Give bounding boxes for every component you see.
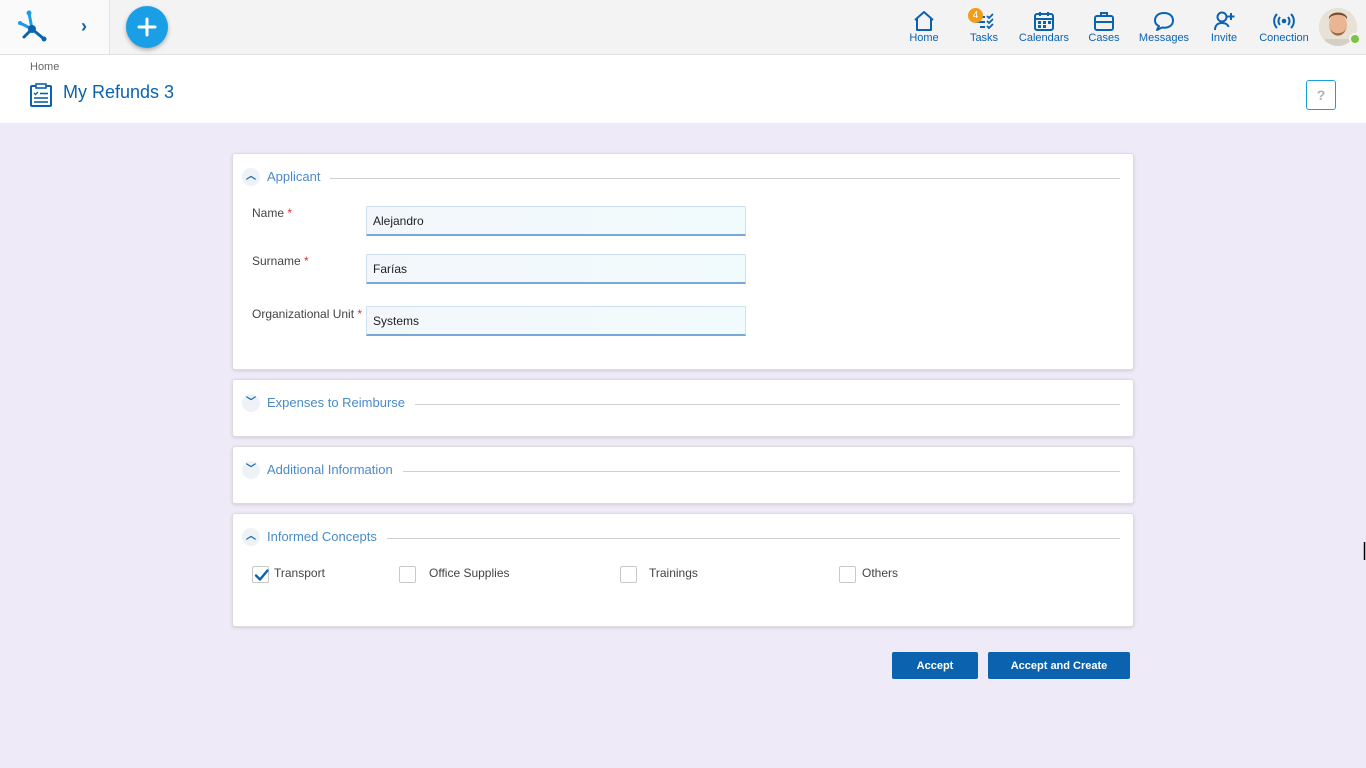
panel-title: Additional Information — [267, 462, 403, 477]
nav-label: Home — [909, 32, 939, 44]
accept-button[interactable]: Accept — [892, 652, 978, 679]
tasks-badge: 4 — [968, 8, 983, 23]
checkbox-unchecked[interactable] — [839, 566, 856, 583]
nav-invite[interactable]: Invite — [1194, 0, 1254, 54]
checkbox-checked[interactable] — [252, 566, 269, 583]
nav-tasks[interactable]: 4 Tasks — [954, 0, 1014, 54]
nav-cases[interactable]: Cases — [1074, 0, 1134, 54]
chevron-up-icon: ︿ — [242, 528, 260, 546]
nav-label: Conection — [1259, 32, 1309, 44]
form-icon — [30, 83, 52, 107]
chevron-up-icon: ︿ — [242, 168, 260, 186]
nav-label: Tasks — [969, 32, 999, 44]
nav-label: Calendars — [1018, 32, 1070, 44]
surname-label: Surname * — [252, 254, 309, 268]
informed-concepts-panel-toggle[interactable]: ︿ Informed Concepts — [242, 528, 1120, 546]
chevron-down-icon: ﹀ — [242, 394, 260, 412]
breadcrumb-home[interactable]: Home — [30, 61, 59, 73]
panel-title: Applicant — [267, 169, 331, 184]
additional-information-panel: ﹀ Additional Information — [232, 446, 1134, 504]
applicant-panel-toggle[interactable]: ︿ Applicant — [242, 168, 1120, 186]
checkbox-unchecked[interactable] — [620, 566, 637, 583]
checkbox-label: Others — [862, 566, 899, 580]
nav-messages[interactable]: Messages — [1134, 0, 1194, 54]
nav-home[interactable]: Home — [894, 0, 954, 54]
divider — [267, 178, 1120, 179]
label-text: Surname — [252, 254, 301, 268]
checkbox-unchecked[interactable] — [399, 566, 416, 583]
nav-calendars[interactable]: Calendars — [1014, 0, 1074, 54]
divider — [267, 538, 1120, 539]
surname-input[interactable] — [366, 254, 746, 284]
message-icon — [1154, 12, 1174, 31]
app-logo-icon[interactable] — [14, 9, 50, 45]
applicant-panel: ︿ Applicant Name * Surname * Organizatio… — [232, 153, 1134, 370]
plus-icon — [137, 17, 157, 37]
nav-label: Cases — [1088, 32, 1120, 44]
logo-area: › — [0, 0, 110, 54]
help-button[interactable]: ? — [1306, 80, 1336, 110]
nav-label: Messages — [1138, 32, 1190, 44]
nav-connection[interactable]: Conection — [1254, 0, 1314, 54]
connection-icon — [1273, 13, 1295, 29]
name-input[interactable] — [366, 206, 746, 236]
online-status-dot — [1349, 33, 1361, 45]
informed-concepts-panel: ︿ Informed Concepts Transport Office Sup… — [232, 513, 1134, 627]
checkbox-label: Transport — [274, 566, 325, 580]
additional-information-panel-toggle[interactable]: ﹀ Additional Information — [242, 461, 1120, 479]
expenses-panel: ﹀ Expenses to Reimburse — [232, 379, 1134, 437]
accept-and-create-button[interactable]: Accept and Create — [988, 652, 1130, 679]
label-text: Name — [252, 206, 285, 220]
new-button[interactable] — [126, 6, 168, 48]
panel-title: Informed Concepts — [267, 529, 387, 544]
add-user-icon — [1214, 11, 1235, 31]
name-label: Name * — [252, 206, 292, 220]
top-bar: › Home 4 Tasks Calendars Cases Messages … — [0, 0, 1366, 55]
home-icon — [914, 11, 934, 31]
page-title: My Refunds 3 — [63, 82, 175, 102]
nav-label: Invite — [1210, 32, 1238, 44]
required-marker: * — [287, 206, 293, 220]
checkbox-label: Office Supplies — [429, 566, 510, 580]
calendar-icon — [1034, 12, 1054, 31]
chevron-down-icon: ﹀ — [242, 461, 260, 479]
briefcase-icon — [1094, 12, 1114, 31]
expand-menu-chevron-icon[interactable]: › — [76, 16, 92, 36]
required-marker: * — [357, 307, 363, 321]
checkmark-icon — [254, 569, 269, 581]
organizational-unit-input[interactable] — [366, 306, 746, 336]
page-header: Home My Refunds 3 ? — [0, 55, 1366, 123]
panel-title: Expenses to Reimburse — [267, 395, 416, 410]
label-text: Organizational Unit — [252, 307, 355, 321]
required-marker: * — [304, 254, 309, 268]
checkbox-label: Trainings — [649, 566, 698, 580]
expenses-panel-toggle[interactable]: ﹀ Expenses to Reimburse — [242, 394, 1120, 412]
organizational-unit-label: Organizational Unit * — [252, 307, 362, 321]
